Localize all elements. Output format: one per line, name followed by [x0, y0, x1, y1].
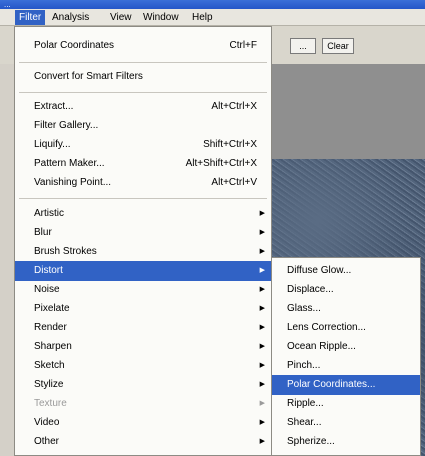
- submenu-item-label: Lens Correction...: [287, 322, 366, 333]
- menu-window[interactable]: Window: [139, 10, 183, 25]
- menu-filter[interactable]: Filter: [15, 10, 46, 25]
- submenu-arrow-icon: ▶: [259, 248, 265, 255]
- menu-item-last-filter[interactable]: Polar Coordinates Ctrl+F: [15, 36, 271, 56]
- menu-item-pattern-maker[interactable]: Pattern Maker... Alt+Shift+Ctrl+X: [15, 154, 271, 174]
- menu-item-filter-gallery[interactable]: Filter Gallery...: [15, 116, 271, 136]
- menu-item-pixelate[interactable]: Pixelate ▶: [15, 299, 271, 319]
- menu-separator: [19, 198, 267, 199]
- options-button[interactable]: ...: [290, 38, 316, 54]
- submenu-item-pinch[interactable]: Pinch...: [272, 356, 420, 376]
- submenu-arrow-icon: ▶: [259, 210, 265, 217]
- window-title: ...: [4, 0, 11, 9]
- menu-item-label: Other: [34, 436, 60, 447]
- menu-item-label: Pixelate: [34, 303, 70, 314]
- submenu-item-label: Diffuse Glow...: [287, 265, 352, 276]
- menu-item-noise[interactable]: Noise ▶: [15, 280, 271, 300]
- menu-item-label: Sharpen: [34, 341, 72, 352]
- submenu-item-polar-coordinates[interactable]: Polar Coordinates...: [272, 375, 420, 395]
- window-title-bar: ...: [0, 0, 425, 9]
- menu-item-shortcut: Shift+Ctrl+X: [203, 139, 257, 150]
- menu-item-stylize[interactable]: Stylize ▶: [15, 375, 271, 395]
- submenu-item-spherize[interactable]: Spherize...: [272, 432, 420, 452]
- menu-item-label: Texture: [34, 398, 67, 409]
- menu-item-label: Noise: [34, 284, 60, 295]
- submenu-arrow-icon: ▶: [259, 438, 265, 445]
- submenu-item-lens-correction[interactable]: Lens Correction...: [272, 318, 420, 338]
- submenu-item-label: Shear...: [287, 417, 322, 428]
- submenu-item-label: Spherize...: [287, 436, 335, 447]
- submenu-item-shear[interactable]: Shear...: [272, 413, 420, 433]
- submenu-item-label: Displace...: [287, 284, 334, 295]
- menu-item-label: Brush Strokes: [34, 246, 97, 257]
- menu-item-label: Sketch: [34, 360, 65, 371]
- menu-item-render[interactable]: Render ▶: [15, 318, 271, 338]
- menu-item-blur[interactable]: Blur ▶: [15, 223, 271, 243]
- menu-separator: [19, 62, 267, 63]
- menu-item-label: Video: [34, 417, 60, 428]
- menu-item-vanishing-point[interactable]: Vanishing Point... Alt+Ctrl+V: [15, 173, 271, 193]
- submenu-item-diffuse-glow[interactable]: Diffuse Glow...: [272, 261, 420, 281]
- menu-item-shortcut: Alt+Ctrl+V: [211, 177, 257, 188]
- menu-item-distort[interactable]: Distort ▶: [15, 261, 271, 281]
- menu-item-label: Pattern Maker...: [34, 158, 105, 169]
- submenu-arrow-icon: ▶: [259, 400, 265, 407]
- menu-item-shortcut: Alt+Ctrl+X: [211, 101, 257, 112]
- menu-item-label: Render: [34, 322, 67, 333]
- submenu-arrow-icon: ▶: [259, 362, 265, 369]
- menu-bar: Filter Analysis View Window Help: [0, 9, 425, 26]
- menu-item-label: Convert for Smart Filters: [34, 71, 143, 82]
- submenu-item-glass[interactable]: Glass...: [272, 299, 420, 319]
- menu-item-label: Artistic: [34, 208, 64, 219]
- distort-submenu: Diffuse Glow... Displace... Glass... Len…: [271, 257, 421, 456]
- menu-item-label: Polar Coordinates: [34, 40, 115, 51]
- menu-item-label: Vanishing Point...: [34, 177, 112, 188]
- submenu-item-label: Pinch...: [287, 360, 321, 371]
- submenu-item-label: Ocean Ripple...: [287, 341, 356, 352]
- menu-item-artistic[interactable]: Artistic ▶: [15, 204, 271, 224]
- menu-item-shortcut: Ctrl+F: [229, 40, 258, 51]
- menu-item-video[interactable]: Video ▶: [15, 413, 271, 433]
- menu-separator: [19, 92, 267, 93]
- submenu-item-label: Polar Coordinates...: [287, 379, 376, 390]
- submenu-arrow-icon: ▶: [259, 324, 265, 331]
- submenu-item-displace[interactable]: Displace...: [272, 280, 420, 300]
- menu-item-convert-smart-filters[interactable]: Convert for Smart Filters: [15, 67, 271, 87]
- submenu-arrow-icon: ▶: [259, 305, 265, 312]
- menu-item-label: Blur: [34, 227, 52, 238]
- submenu-arrow-icon: ▶: [259, 343, 265, 350]
- menu-item-texture: Texture ▶: [15, 394, 271, 414]
- canvas-background: [272, 64, 425, 159]
- submenu-arrow-icon: ▶: [259, 229, 265, 236]
- submenu-arrow-icon: ▶: [259, 286, 265, 293]
- menu-help[interactable]: Help: [188, 10, 217, 25]
- submenu-item-label: Glass...: [287, 303, 321, 314]
- menu-item-label: Stylize: [34, 379, 64, 390]
- menu-item-sketch[interactable]: Sketch ▶: [15, 356, 271, 376]
- menu-item-label: Extract...: [34, 101, 74, 112]
- submenu-arrow-icon: ▶: [259, 419, 265, 426]
- submenu-item-ocean-ripple[interactable]: Ocean Ripple...: [272, 337, 420, 357]
- menu-item-label: Filter Gallery...: [34, 120, 99, 131]
- submenu-arrow-icon: ▶: [259, 267, 265, 274]
- menu-item-extract[interactable]: Extract... Alt+Ctrl+X: [15, 97, 271, 117]
- menu-item-shortcut: Alt+Shift+Ctrl+X: [185, 158, 257, 169]
- clear-button[interactable]: Clear: [322, 38, 354, 54]
- menu-item-label: Liquify...: [34, 139, 71, 150]
- menu-analysis[interactable]: Analysis: [48, 10, 93, 25]
- submenu-arrow-icon: ▶: [259, 381, 265, 388]
- menu-item-label: Distort: [34, 265, 63, 276]
- menu-item-brush-strokes[interactable]: Brush Strokes ▶: [15, 242, 271, 262]
- menu-item-liquify[interactable]: Liquify... Shift+Ctrl+X: [15, 135, 271, 155]
- submenu-item-label: Ripple...: [287, 398, 324, 409]
- filter-menu: Polar Coordinates Ctrl+F Convert for Sma…: [14, 26, 272, 456]
- menu-view[interactable]: View: [106, 10, 136, 25]
- menu-item-other[interactable]: Other ▶: [15, 432, 271, 452]
- menu-item-sharpen[interactable]: Sharpen ▶: [15, 337, 271, 357]
- submenu-item-ripple[interactable]: Ripple...: [272, 394, 420, 414]
